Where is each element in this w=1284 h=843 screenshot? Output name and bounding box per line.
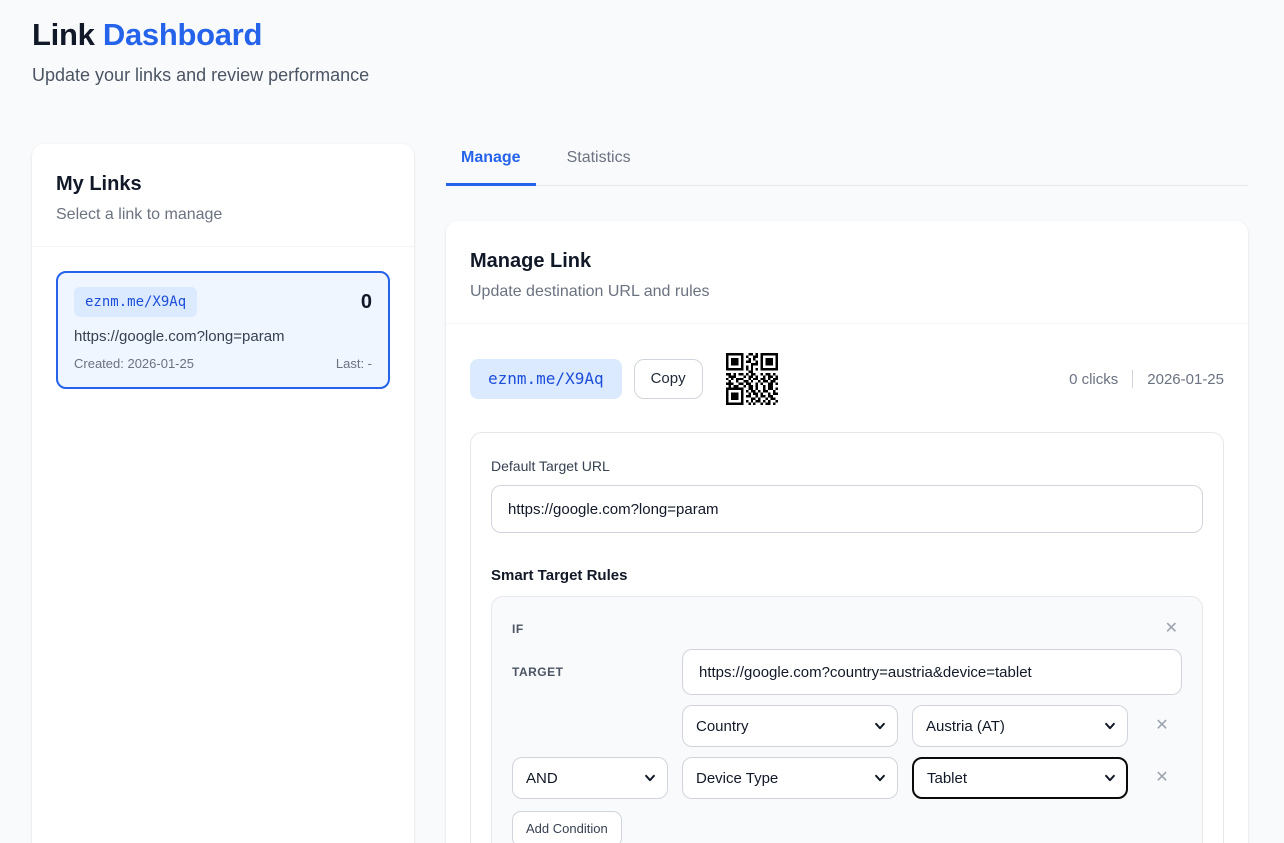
qr-code-icon [721, 348, 783, 410]
rule-header: IF ✕ [512, 617, 1182, 641]
rule-target-label: TARGET [512, 665, 668, 679]
condition-2-key-select-input[interactable]: Device Type [682, 757, 898, 799]
link-dashboard-page: Link Dashboard Update your links and rev… [0, 0, 1284, 843]
page-title-accent: Dashboard [103, 17, 262, 52]
my-links-panel: My Links Select a link to manage eznm.me… [32, 144, 414, 843]
default-url-input[interactable] [491, 485, 1203, 533]
link-list-item-selected[interactable]: eznm.me/X9Aq 0 https://google.com?long=p… [56, 271, 390, 389]
rule-box: IF ✕ TARGET Country [491, 596, 1203, 843]
my-links-subtitle: Select a link to manage [56, 204, 390, 226]
condition-2-remove-cell: ✕ [1142, 766, 1182, 790]
condition-2-value-select-focused[interactable]: Tablet [912, 757, 1128, 799]
content-columns: My Links Select a link to manage eznm.me… [32, 144, 1248, 843]
page-subtitle: Update your links and review performance [32, 63, 1248, 88]
tab-bar: Manage Statistics [446, 144, 1248, 186]
condition-2-value-select-input[interactable]: Tablet [912, 757, 1128, 799]
manage-link-subtitle: Update destination URL and rules [470, 281, 1224, 303]
condition-2-operator-select[interactable]: AND [512, 757, 668, 799]
condition-1-key-select-input[interactable]: Country [682, 705, 898, 747]
link-item-meta: Created: 2026-01-25 Last: - [74, 355, 372, 373]
copy-button[interactable]: Copy [634, 359, 703, 399]
condition-2-operator-select-input[interactable]: AND [512, 757, 668, 799]
condition-1-remove-cell: ✕ [1142, 714, 1182, 738]
last-click-text: Last: - [336, 355, 372, 373]
link-settings-form: Default Target URL Smart Target Rules IF… [470, 432, 1224, 843]
page-title-text: Link [32, 17, 95, 52]
remove-rule-button[interactable]: ✕ [1161, 617, 1182, 641]
my-links-title: My Links [56, 170, 390, 198]
tab-statistics[interactable]: Statistics [552, 144, 646, 186]
click-count: 0 [361, 291, 372, 314]
empty-operator-cell [512, 705, 668, 747]
main-content: Manage Statistics Manage Link Update des… [446, 144, 1248, 843]
created-date-text: Created: 2026-01-25 [74, 355, 194, 373]
condition-1-value-select[interactable]: Austria (AT) [912, 705, 1128, 747]
my-links-list: eznm.me/X9Aq 0 https://google.com?long=p… [32, 247, 414, 413]
manage-link-body: eznm.me/X9Aq Copy 0 clicks 2026-01-25 De… [446, 324, 1248, 843]
page-title: Link Dashboard [32, 16, 1248, 53]
destination-url-text: https://google.com?long=param [74, 327, 372, 347]
clicks-count-text: 0 clicks [1069, 371, 1118, 388]
short-link-badge: eznm.me/X9Aq [74, 287, 197, 317]
remove-condition-2-button[interactable]: ✕ [1151, 766, 1172, 790]
vertical-divider [1132, 370, 1133, 388]
condition-1-value-select-input[interactable]: Austria (AT) [912, 705, 1128, 747]
smart-rules-title: Smart Target Rules [491, 567, 1203, 584]
link-item-top-row: eznm.me/X9Aq 0 [74, 287, 372, 317]
short-link-row: eznm.me/X9Aq Copy 0 clicks 2026-01-25 [470, 348, 1224, 410]
rule-if-label: IF [512, 622, 524, 636]
remove-condition-1-button[interactable]: ✕ [1151, 714, 1172, 738]
tab-manage[interactable]: Manage [446, 144, 536, 186]
add-condition-button[interactable]: Add Condition [512, 811, 622, 843]
my-links-header: My Links Select a link to manage [32, 144, 414, 246]
default-url-label: Default Target URL [491, 457, 1203, 475]
condition-1-key-select[interactable]: Country [682, 705, 898, 747]
condition-2-key-select[interactable]: Device Type [682, 757, 898, 799]
manage-link-title: Manage Link [470, 247, 1224, 275]
manage-link-header: Manage Link Update destination URL and r… [446, 221, 1248, 323]
created-date: 2026-01-25 [1147, 371, 1224, 388]
manage-link-card: Manage Link Update destination URL and r… [446, 221, 1248, 843]
rule-target-input[interactable] [682, 649, 1182, 695]
rule-grid: TARGET Country Austria (AT) [512, 649, 1182, 799]
short-link-display: eznm.me/X9Aq [470, 359, 622, 399]
